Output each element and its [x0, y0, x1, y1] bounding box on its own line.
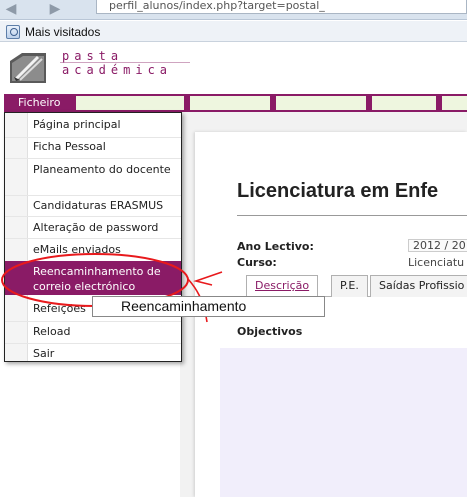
browser-toolbar: ◀ ▶ perfil_alunos/index.php?target=posta…	[0, 0, 467, 20]
menu-item-pagina-principal[interactable]: Página principal	[5, 117, 181, 132]
forward-icon[interactable]: ▶	[46, 1, 64, 17]
tab-saidas-profissionais[interactable]: Saídas Profissio	[370, 275, 467, 297]
menu-item-candidaturas-erasmus[interactable]: Candidaturas ERASMUS	[5, 195, 181, 213]
bookmarks-bar: Mais visitados	[0, 21, 467, 42]
curso-label: Curso:	[237, 256, 277, 269]
nav-slot[interactable]	[76, 96, 184, 110]
objectivos-content-area	[220, 348, 467, 497]
bookmark-label: Mais visitados	[25, 24, 101, 39]
ficheiro-dropdown-menu: Página principal Ficha Pessoal Planeamen…	[4, 112, 182, 362]
back-icon[interactable]: ◀	[2, 1, 20, 17]
menu-item-ficha-pessoal[interactable]: Ficha Pessoal	[5, 137, 181, 154]
menu-item-reload[interactable]: Reload	[5, 321, 181, 339]
title-divider	[237, 215, 467, 216]
menu-item-emails-enviados[interactable]: eMails enviados	[5, 238, 181, 257]
brand-line1: pasta	[62, 49, 124, 63]
nav-slot[interactable]	[442, 96, 467, 110]
ficheiro-menu-button[interactable]: Ficheiro	[8, 94, 72, 112]
brand-line2: académica	[62, 63, 173, 77]
ano-lectivo-value: 2012 / 20	[413, 239, 466, 252]
tab-descricao[interactable]: Descrição	[246, 275, 319, 298]
menu-item-reencaminhamento-correio[interactable]: Reencaminhamento de correio electrónico	[5, 261, 181, 295]
menu-item-alteracao-password[interactable]: Alteração de password	[5, 216, 181, 235]
main-navbar: Ficheiro	[4, 94, 467, 112]
tab-pe[interactable]: P.E.	[331, 275, 368, 297]
nav-slot[interactable]	[190, 96, 270, 110]
url-text: perfil_alunos/index.php?target=postal_	[109, 0, 325, 12]
menu-item-sair[interactable]: Sair	[5, 343, 181, 361]
section-title-objectivos: Objectivos	[237, 325, 303, 338]
site-header: pasta académica	[0, 43, 467, 93]
ano-lectivo-label: Ano Lectivo:	[237, 240, 314, 253]
nav-slot[interactable]	[276, 96, 366, 110]
pasta-academica-logo-icon[interactable]	[8, 47, 48, 87]
annotation-callout: Reencaminhamento	[92, 296, 325, 317]
page-title: Licenciatura em Enfe	[237, 180, 439, 202]
bookmark-most-visited[interactable]: Mais visitados	[6, 24, 100, 39]
curso-value: Licenciatu	[408, 256, 465, 269]
nav-slot[interactable]	[372, 96, 436, 110]
menu-item-planeamento-docente[interactable]: Planeamento do docente	[5, 158, 181, 177]
bookmark-icon	[6, 24, 20, 39]
url-bar[interactable]: perfil_alunos/index.php?target=postal_	[96, 0, 467, 14]
